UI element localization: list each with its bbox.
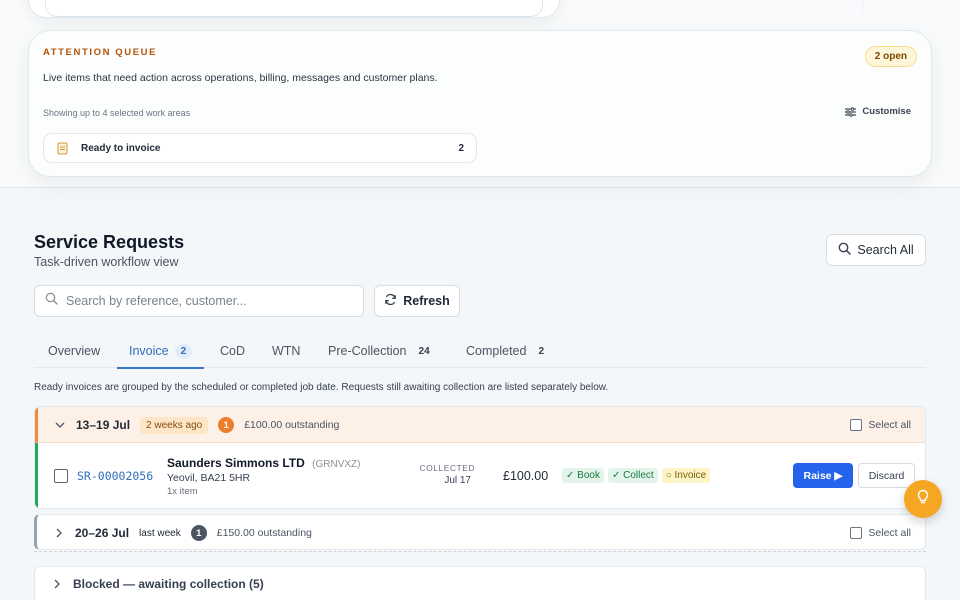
table-row[interactable]: SR-00002056 Saunders Simmons LTD (GRNVXZ…	[35, 443, 925, 508]
open-count-badge: 2 open	[864, 46, 917, 67]
request-reference-link[interactable]: SR-00002056	[77, 469, 153, 483]
status-date: Jul 17	[444, 475, 471, 486]
lightbulb-fab-button[interactable]	[904, 480, 942, 518]
tab-invoice[interactable]: Invoice 2	[116, 334, 205, 369]
group-count-badge: 1	[218, 417, 235, 433]
collect-chip: ✓ Collect	[607, 468, 658, 483]
section-divider	[34, 551, 926, 552]
search-icon	[45, 292, 58, 310]
group-outstanding: £100.00 outstanding	[244, 419, 340, 431]
search-input[interactable]	[66, 294, 346, 308]
select-all-label: Select all	[868, 527, 911, 539]
search-all-button[interactable]: Search All	[826, 234, 926, 266]
attention-showing-text: Showing up to 4 selected work areas	[43, 108, 191, 118]
blocked-section-header[interactable]: Blocked — awaiting collection (5)	[34, 566, 926, 600]
group-outstanding: £150.00 outstanding	[216, 527, 312, 539]
progress-chips: ✓ Book ✓ Collect ○ Invoice	[562, 468, 711, 483]
chevron-down-icon[interactable]	[54, 422, 66, 428]
group-age-badge: 2 weeks ago	[140, 416, 209, 434]
tab-label: WTN	[272, 344, 301, 358]
attention-queue-card: ATTENTION QUEUE 2 open Live items that n…	[28, 30, 932, 177]
raise-button[interactable]: Raise ▶	[793, 463, 853, 488]
chevron-right-icon[interactable]	[51, 579, 63, 589]
date-group: 13–19 Jul 2 weeks ago 1 £100.00 outstand…	[34, 406, 926, 509]
refresh-label: Refresh	[403, 294, 450, 308]
refresh-button[interactable]: Refresh	[374, 285, 460, 317]
attention-title: ATTENTION QUEUE	[43, 47, 158, 58]
refresh-icon	[384, 293, 397, 309]
page-title: Service Requests	[34, 232, 185, 252]
tab-label: CoD	[220, 344, 246, 358]
group-age-badge: last week	[139, 527, 181, 539]
tab-count-badge: 2	[174, 343, 193, 359]
document-icon	[56, 142, 69, 155]
page-subtitle: Task-driven workflow view	[34, 255, 179, 269]
tab-count-badge: 2	[538, 345, 545, 357]
tab-overview[interactable]: Overview	[48, 334, 100, 368]
customer-name-text: Saunders Simmons LTD	[167, 456, 305, 470]
select-all-label: Select all	[868, 419, 911, 431]
previous-card	[28, 0, 560, 18]
customer-address: Yeovil, BA21 5HR	[167, 472, 251, 484]
customer-code: (GRNVXZ)	[312, 459, 361, 470]
discard-button[interactable]: Discard	[858, 463, 915, 488]
search-icon	[838, 242, 852, 258]
tab-completed[interactable]: Completed 2	[466, 334, 550, 368]
tab-cod[interactable]: CoD	[220, 334, 245, 368]
tab-label: Invoice	[129, 344, 169, 358]
tab-count-badge: 24	[418, 345, 430, 357]
tab-wtn[interactable]: WTN	[272, 334, 300, 368]
checkbox[interactable]	[850, 527, 863, 539]
date-group-collapsed[interactable]: 20–26 Jul last week 1 £150.00 outstandin…	[34, 514, 926, 550]
tab-bar: Overview Invoice 2 CoD WTN Pre-Collectio…	[34, 334, 926, 369]
row-checkbox[interactable]	[54, 469, 68, 483]
tab-label: Overview	[48, 344, 101, 358]
ready-to-invoice-item[interactable]: Ready to invoice 2	[43, 133, 477, 163]
top-section: ATTENTION QUEUE 2 open Live items that n…	[0, 0, 960, 188]
tab-label: Completed	[466, 344, 527, 358]
book-chip: ✓ Book	[562, 468, 604, 483]
blocked-label: Blocked — awaiting collection (5)	[73, 576, 264, 591]
checkbox[interactable]	[850, 419, 863, 431]
chevron-right-icon[interactable]	[53, 528, 65, 538]
status-label: COLLECTED	[419, 463, 475, 473]
select-all-checkbox[interactable]: Select all	[850, 515, 911, 551]
tab-label: Pre-Collection	[328, 344, 407, 358]
group-header[interactable]: 13–19 Jul 2 weeks ago 1 £100.00 outstand…	[35, 407, 925, 443]
attention-description: Live items that need action across opera…	[43, 72, 438, 84]
customise-label: Customise	[862, 106, 911, 117]
queue-item-count: 2	[458, 142, 464, 154]
search-all-label: Search All	[857, 243, 914, 257]
group-date-range: 20–26 Jul	[75, 526, 130, 540]
customer-name: Saunders Simmons LTD (GRNVXZ)	[167, 456, 361, 470]
divider	[862, 0, 863, 14]
lightbulb-icon	[916, 489, 930, 510]
select-all-checkbox[interactable]: Select all	[850, 407, 911, 443]
item-count: 1x item	[167, 486, 198, 497]
sliders-icon	[845, 106, 857, 117]
group-date-range: 13–19 Jul	[76, 418, 131, 432]
customise-button[interactable]: Customise	[845, 106, 911, 117]
previous-card-input	[45, 0, 543, 17]
group-count-badge: 1	[190, 525, 207, 541]
tab-pre-collection[interactable]: Pre-Collection 24	[328, 334, 436, 368]
invoice-info-text: Ready invoices are grouped by the schedu…	[34, 382, 609, 393]
row-amount: £100.00	[503, 469, 549, 483]
invoice-chip: ○ Invoice	[661, 468, 711, 483]
search-field[interactable]	[34, 285, 364, 317]
queue-item-label: Ready to invoice	[81, 142, 161, 154]
